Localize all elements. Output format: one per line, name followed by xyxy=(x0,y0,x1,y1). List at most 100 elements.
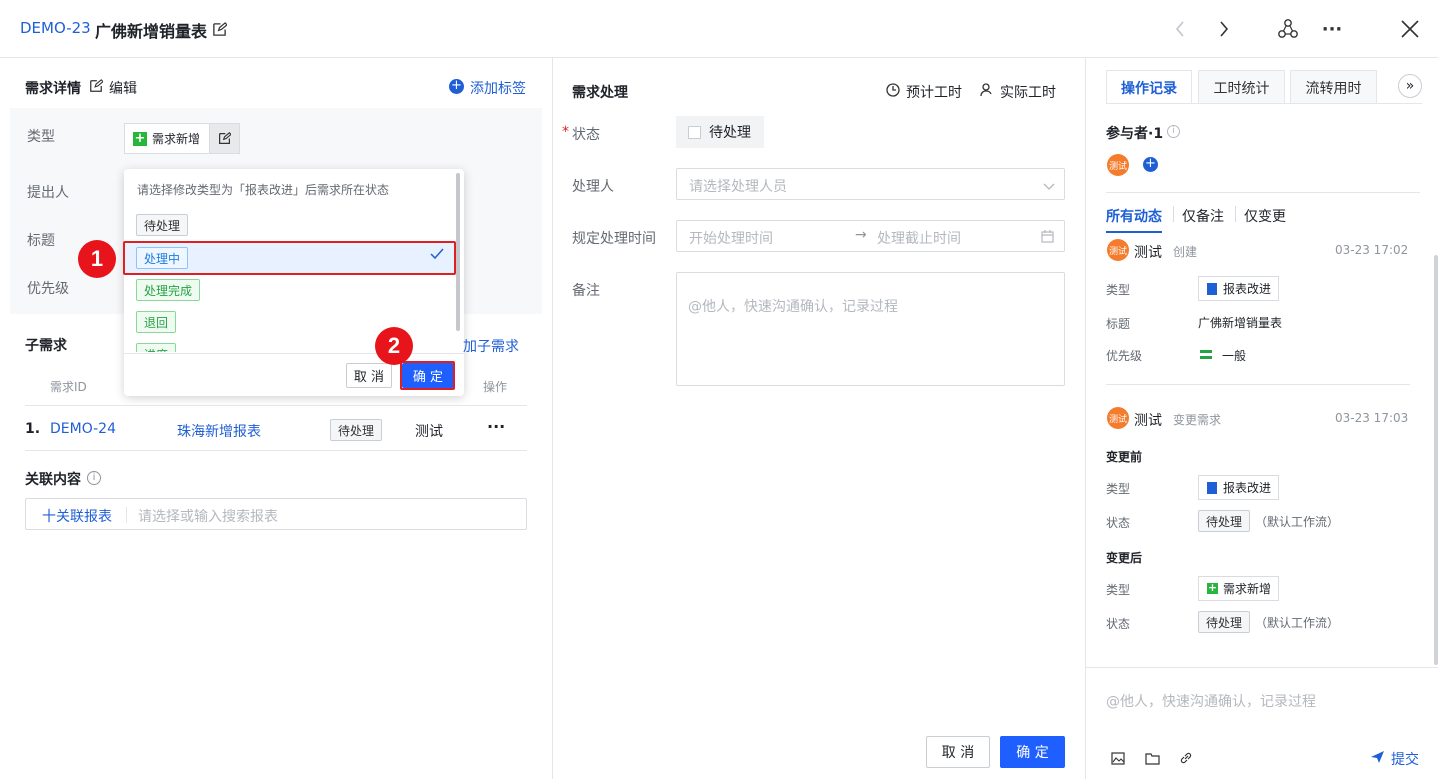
option-done[interactable]: 处理完成 xyxy=(136,279,201,301)
image-icon[interactable] xyxy=(1111,752,1125,769)
middle-title: 需求处理 xyxy=(572,85,628,101)
type-tag: 报表改进 xyxy=(1198,276,1279,301)
collapse-icon[interactable]: » xyxy=(1398,74,1422,98)
remark-textarea[interactable]: @他人，快速沟通确认，记录过程 xyxy=(676,272,1065,386)
scrollbar[interactable] xyxy=(1434,255,1438,665)
divider xyxy=(1106,384,1410,385)
filter-remarks[interactable]: 仅备注 xyxy=(1182,206,1224,226)
edit-icon[interactable] xyxy=(89,79,104,97)
divider xyxy=(1106,192,1420,193)
page-title: 广佛新增销量表 xyxy=(95,22,208,41)
status-select[interactable]: 待处理 xyxy=(676,116,764,148)
relation-graph-icon[interactable] xyxy=(1276,17,1300,41)
priority-icon xyxy=(1200,356,1212,359)
log-user: 测试 xyxy=(1134,245,1162,261)
tab-flow-time[interactable]: 流转用时 xyxy=(1290,70,1377,104)
divider xyxy=(1106,103,1422,104)
status-checkbox xyxy=(688,125,701,139)
after-status-label: 状态 xyxy=(1106,617,1131,631)
row-status: 待处理 xyxy=(330,419,383,441)
report-icon xyxy=(1207,481,1217,494)
confirm-button[interactable]: 确 定 xyxy=(1000,736,1065,768)
related-placeholder: 请选择或输入搜索报表 xyxy=(138,509,278,525)
log-priority-label: 优先级 xyxy=(1106,349,1143,363)
log-title-label: 标题 xyxy=(1106,317,1131,331)
type-tag: + 需求新增 xyxy=(1198,576,1279,601)
edit-title-icon[interactable] xyxy=(210,20,228,38)
table-row: 1. DEMO-24 珠海新增报表 待处理 测试 ··· xyxy=(25,407,527,451)
folder-icon[interactable] xyxy=(1145,752,1160,769)
info-icon: i xyxy=(87,471,101,485)
participants-label: 参与者·1 xyxy=(1106,126,1164,142)
actual-button[interactable]: 实际工时 xyxy=(1000,82,1056,102)
type-tag-label: 报表改进 xyxy=(1223,481,1272,495)
after-label: 变更后 xyxy=(1106,551,1143,565)
handler-label: 处理人 xyxy=(572,179,614,195)
status-tag: 待处理 xyxy=(1198,510,1251,532)
cancel-button[interactable]: 取 消 xyxy=(926,736,990,768)
before-label: 变更前 xyxy=(1106,450,1143,464)
col-id: 需求ID xyxy=(50,380,87,394)
arrow-right-icon: → xyxy=(855,227,867,243)
log-time: 03-23 17:03 xyxy=(1335,411,1409,425)
table-header: 需求ID 操作 xyxy=(25,368,527,406)
related-title: 关联内容 xyxy=(25,472,81,488)
prev-arrow-icon[interactable] xyxy=(1170,18,1190,40)
divider xyxy=(1235,206,1236,222)
row-id-link[interactable]: DEMO-24 xyxy=(50,421,116,437)
divider xyxy=(126,507,127,523)
add-icon[interactable]: + xyxy=(449,79,464,94)
filter-all[interactable]: 所有动态 xyxy=(1106,206,1162,226)
option-progress[interactable]: 进度 xyxy=(136,343,177,352)
avatar: 测试 xyxy=(1107,154,1129,176)
type-tag-label: 报表改进 xyxy=(1223,282,1272,296)
row-name-link[interactable]: 珠海新增报表 xyxy=(177,421,261,441)
type-select[interactable]: + 需求新增 xyxy=(124,123,210,154)
status-value: 待处理 xyxy=(709,125,751,141)
field-label-proposer: 提出人 xyxy=(27,185,69,201)
link-icon[interactable] xyxy=(1179,751,1193,769)
remark-label: 备注 xyxy=(572,283,600,299)
demand-id-link[interactable]: DEMO-23 xyxy=(20,19,91,37)
option-pending[interactable]: 待处理 xyxy=(136,214,189,236)
handler-select[interactable]: 请选择处理人员 xyxy=(676,168,1065,200)
dropdown-hint: 请选择修改类型为「报表改进」后需求所在状态 xyxy=(137,183,390,197)
add-related-button[interactable]: 十关联报表 xyxy=(42,506,112,526)
log-action: 变更需求 xyxy=(1173,413,1222,427)
submit-button[interactable]: 提交 xyxy=(1391,749,1419,769)
status-tag: 待处理 xyxy=(1198,611,1251,633)
log-user: 测试 xyxy=(1134,413,1162,429)
scrollbar[interactable] xyxy=(456,173,460,331)
avatar: 测试 xyxy=(1107,239,1129,261)
related-input[interactable]: 十关联报表 请选择或输入搜索报表 xyxy=(25,498,527,530)
field-label-priority: 优先级 xyxy=(27,281,69,297)
comment-input[interactable]: @他人，快速沟通确认，记录过程 xyxy=(1106,691,1316,711)
log-action: 创建 xyxy=(1173,245,1198,259)
option-return[interactable]: 退回 xyxy=(136,311,177,333)
info-icon: i xyxy=(1167,125,1180,138)
add-participant-icon[interactable]: + xyxy=(1143,157,1158,172)
active-indicator xyxy=(1106,231,1162,233)
filter-changes[interactable]: 仅变更 xyxy=(1244,206,1286,226)
step-badge-1: 1 xyxy=(78,240,116,278)
close-icon[interactable] xyxy=(1398,17,1422,41)
type-tag-label: 需求新增 xyxy=(1223,582,1272,596)
log-title-value: 广佛新增销量表 xyxy=(1198,316,1283,330)
workflow-note: （默认工作流） xyxy=(1255,515,1340,529)
report-icon xyxy=(1207,282,1217,295)
tab-operation-log[interactable]: 操作记录 xyxy=(1106,70,1192,104)
more-icon[interactable]: ··· xyxy=(1320,18,1344,40)
add-sub-button[interactable]: 加子需求 xyxy=(463,336,519,356)
edit-type-icon[interactable] xyxy=(209,123,240,154)
row-more-icon[interactable]: ··· xyxy=(487,417,505,436)
calendar-icon xyxy=(1041,230,1054,247)
divider xyxy=(1085,58,1086,779)
next-arrow-icon[interactable] xyxy=(1214,18,1234,40)
tab-hours[interactable]: 工时统计 xyxy=(1198,70,1285,104)
edit-button[interactable]: 编辑 xyxy=(109,78,137,98)
status-label: 状态 xyxy=(572,127,600,143)
add-tag-button[interactable]: 添加标签 xyxy=(470,78,526,98)
estimate-button[interactable]: 预计工时 xyxy=(906,82,962,102)
send-icon[interactable] xyxy=(1370,750,1385,768)
time-range-picker[interactable]: 开始处理时间 → 处理截止时间 xyxy=(676,220,1065,252)
